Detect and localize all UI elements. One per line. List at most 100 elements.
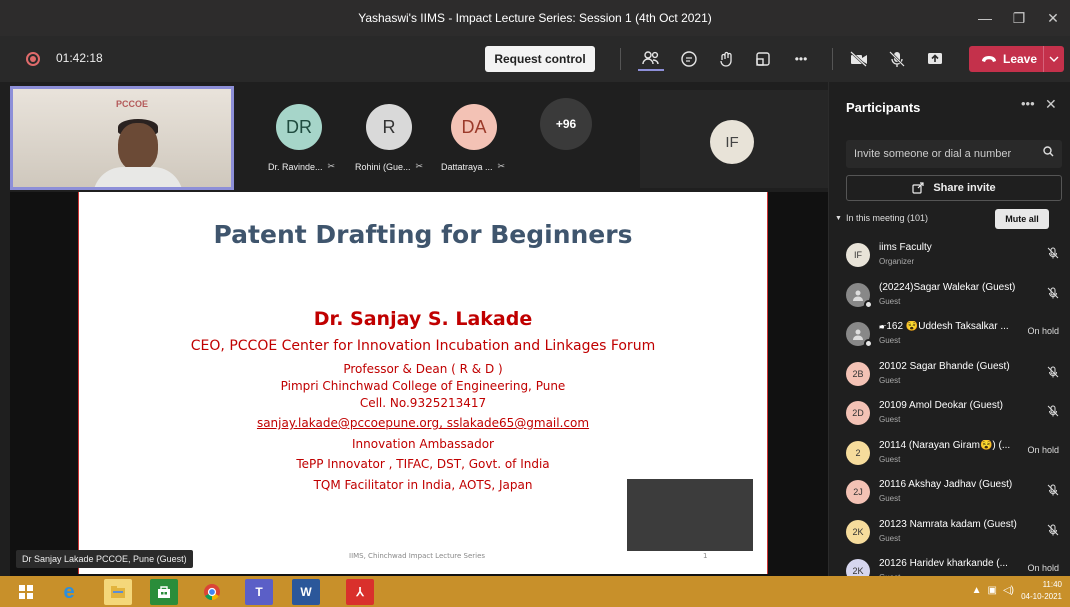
share-invite-button[interactable]: Share invite bbox=[846, 175, 1062, 201]
request-control-button[interactable]: Request control bbox=[485, 46, 595, 72]
teams-icon[interactable]: T bbox=[245, 579, 273, 605]
rooms-icon[interactable] bbox=[750, 47, 776, 71]
participant-row[interactable]: 2J 20116 Akshay Jadhav (Guest) Guest bbox=[829, 474, 1070, 513]
participant-role: Guest bbox=[879, 454, 901, 464]
participant-row[interactable]: 2 20114 (Narayan Giram😵) (... Guest On hold bbox=[829, 435, 1070, 474]
store-icon[interactable] bbox=[150, 579, 178, 605]
invite-input[interactable]: Invite someone or dial a number bbox=[846, 140, 1062, 168]
participant-row[interactable]: 2D 20109 Amol Deokar (Guest) Guest bbox=[829, 395, 1070, 434]
mic-off-icon bbox=[1047, 405, 1059, 419]
participant-row[interactable]: 2K20126 Haridev kharkande (...GuestOn ho… bbox=[829, 553, 1070, 576]
minimize-icon[interactable]: — bbox=[968, 0, 1002, 36]
participant-avatar: 2K bbox=[846, 519, 870, 544]
participant-name: 20114 (Narayan Giram😵) (... bbox=[879, 439, 1011, 451]
participant-avatar: 2D bbox=[846, 401, 870, 425]
volume-icon[interactable]: ◁) bbox=[1003, 585, 1014, 596]
acrobat-icon[interactable]: ⅄ bbox=[346, 579, 374, 605]
in-meeting-header[interactable]: ▼ In this meeting (101) bbox=[835, 213, 928, 223]
chevron-down-icon[interactable] bbox=[1043, 46, 1064, 72]
internet-explorer-icon[interactable]: e bbox=[55, 579, 83, 605]
chrome-icon[interactable] bbox=[198, 579, 226, 605]
shared-screen: Patent Drafting for Beginners Dr. Sanjay… bbox=[10, 192, 828, 576]
participant-avatar[interactable]: R bbox=[366, 104, 412, 150]
participant-role: Guest bbox=[879, 375, 901, 385]
title-bar: Yashaswi's IIMS - Impact Lecture Series:… bbox=[0, 0, 1070, 36]
on-hold-status: On hold bbox=[1027, 563, 1059, 573]
video-strip: PCCOE DR R DA +96 Dr. Ravinde... ✂ Rohin… bbox=[0, 82, 828, 192]
chevron-up-icon[interactable]: ▲ bbox=[972, 585, 982, 596]
speaker-name: Dr. Sanjay S. Lakade bbox=[313, 308, 533, 330]
word-icon[interactable]: W bbox=[292, 579, 320, 605]
clock-time: 11:40 bbox=[1042, 580, 1062, 589]
guest-avatar-icon bbox=[846, 322, 873, 348]
pccoe-logo: PCCOE bbox=[115, 99, 148, 109]
slide-title: Patent Drafting for Beginners bbox=[213, 220, 633, 249]
windows-start-icon[interactable] bbox=[12, 579, 40, 605]
presenter-face bbox=[118, 123, 158, 171]
network-icon[interactable]: ▣ bbox=[988, 585, 997, 596]
slide-text-line: Professor & Dean ( R & D ) bbox=[343, 362, 503, 376]
mic-off-icon: ✂ bbox=[497, 161, 506, 171]
mic-off-icon bbox=[1047, 484, 1059, 498]
participant-role: Organizer bbox=[879, 257, 915, 266]
participant-name: 🖝162 😵Uddesh Taksalkar ... bbox=[879, 321, 1009, 332]
participant-avatar: IF bbox=[846, 243, 870, 267]
file-explorer-icon[interactable] bbox=[104, 579, 132, 605]
slide-page-number: 1 bbox=[703, 552, 708, 560]
mic-off-icon bbox=[1047, 366, 1059, 380]
participant-name: (20224)Sagar Walekar (Guest) bbox=[879, 281, 1016, 293]
participant-avatar[interactable]: DA bbox=[451, 104, 497, 150]
system-tray[interactable]: ▲ ▣ ◁) bbox=[972, 585, 1014, 596]
hang-up-icon bbox=[982, 56, 996, 62]
participant-name: 20126 Haridev kharkande (... bbox=[879, 558, 1008, 569]
meeting-timer: 01:42:18 bbox=[56, 51, 103, 65]
camera-off-icon[interactable] bbox=[846, 47, 872, 71]
search-icon[interactable] bbox=[1043, 146, 1054, 160]
meeting-toolbar: 01:42:18 Request control ••• Leave bbox=[0, 36, 1070, 82]
more-actions-button[interactable]: ••• bbox=[788, 47, 814, 71]
share-screen-icon[interactable] bbox=[922, 47, 948, 71]
panel-more-button[interactable]: ••• bbox=[1021, 96, 1035, 111]
mic-off-icon[interactable] bbox=[884, 47, 910, 71]
participant-row[interactable]: 🖝162 😵Uddesh Taksalkar ... Guest On hold bbox=[829, 316, 1070, 355]
participant-name: Dattatraya ... bbox=[441, 161, 493, 172]
leave-label: Leave bbox=[1003, 52, 1038, 66]
share-invite-label: Share invite bbox=[933, 182, 996, 194]
presenter-video[interactable]: PCCOE bbox=[10, 86, 234, 190]
invite-placeholder: Invite someone or dial a number bbox=[854, 148, 1012, 160]
toolbar-divider bbox=[620, 48, 621, 70]
participant-avatar: IF bbox=[710, 120, 754, 164]
maximize-icon[interactable]: ❐ bbox=[1002, 0, 1036, 36]
clock[interactable]: 11:40 04-10-2021 bbox=[1021, 579, 1062, 603]
reactions-icon[interactable] bbox=[714, 47, 740, 71]
windows-taskbar: e T W ⅄ ▲ ▣ ◁) 11:40 04-10-2021 bbox=[0, 576, 1070, 607]
participant-name: iims Faculty bbox=[879, 242, 932, 253]
on-hold-status: On hold bbox=[1027, 326, 1059, 336]
participant-row[interactable]: 2B 20102 Sagar Bhande (Guest) Guest bbox=[829, 356, 1070, 395]
close-icon[interactable]: ✕ bbox=[1036, 0, 1070, 36]
chat-icon[interactable] bbox=[676, 47, 702, 71]
mic-off-icon: ✂ bbox=[415, 161, 424, 171]
participant-name: 20102 Sagar Bhande (Guest) bbox=[879, 360, 1010, 372]
slide-footer: IIMS, Chinchwad Impact Lecture Series bbox=[349, 552, 486, 560]
slide-email-line: sanjay.lakade@pccoepune.org, sslakade65@… bbox=[256, 416, 590, 430]
in-meeting-count: In this meeting (101) bbox=[845, 213, 928, 223]
mute-all-button[interactable]: Mute all bbox=[995, 209, 1049, 229]
mic-off-icon bbox=[1047, 287, 1059, 301]
chevron-down-icon: ▼ bbox=[835, 214, 842, 222]
participant-name: 20109 Amol Deokar (Guest) bbox=[879, 400, 1003, 411]
participant-name-tag: Dattatraya ... ✂ bbox=[441, 161, 505, 172]
window-controls: — ❐ ✕ bbox=[968, 0, 1070, 36]
participants-icon[interactable] bbox=[638, 47, 664, 71]
participant-row[interactable]: (20224)Sagar Walekar (Guest) Guest bbox=[829, 277, 1070, 316]
participant-row[interactable]: 2K 20123 Namrata kadam (Guest) Guest bbox=[829, 514, 1070, 553]
clock-date: 04-10-2021 bbox=[1021, 592, 1062, 601]
participant-row[interactable]: IF iims Faculty Organizer bbox=[829, 237, 1070, 276]
participant-tile[interactable]: IF bbox=[640, 90, 828, 188]
overflow-participants-button[interactable]: +96 bbox=[540, 98, 592, 150]
leave-button[interactable]: Leave bbox=[969, 46, 1064, 72]
close-icon[interactable]: ✕ bbox=[1045, 96, 1057, 113]
participant-avatar[interactable]: DR bbox=[276, 104, 322, 150]
slide-text-line: Cell. No.9325213417 bbox=[359, 396, 487, 410]
leave-label-group[interactable]: Leave bbox=[969, 52, 1043, 66]
